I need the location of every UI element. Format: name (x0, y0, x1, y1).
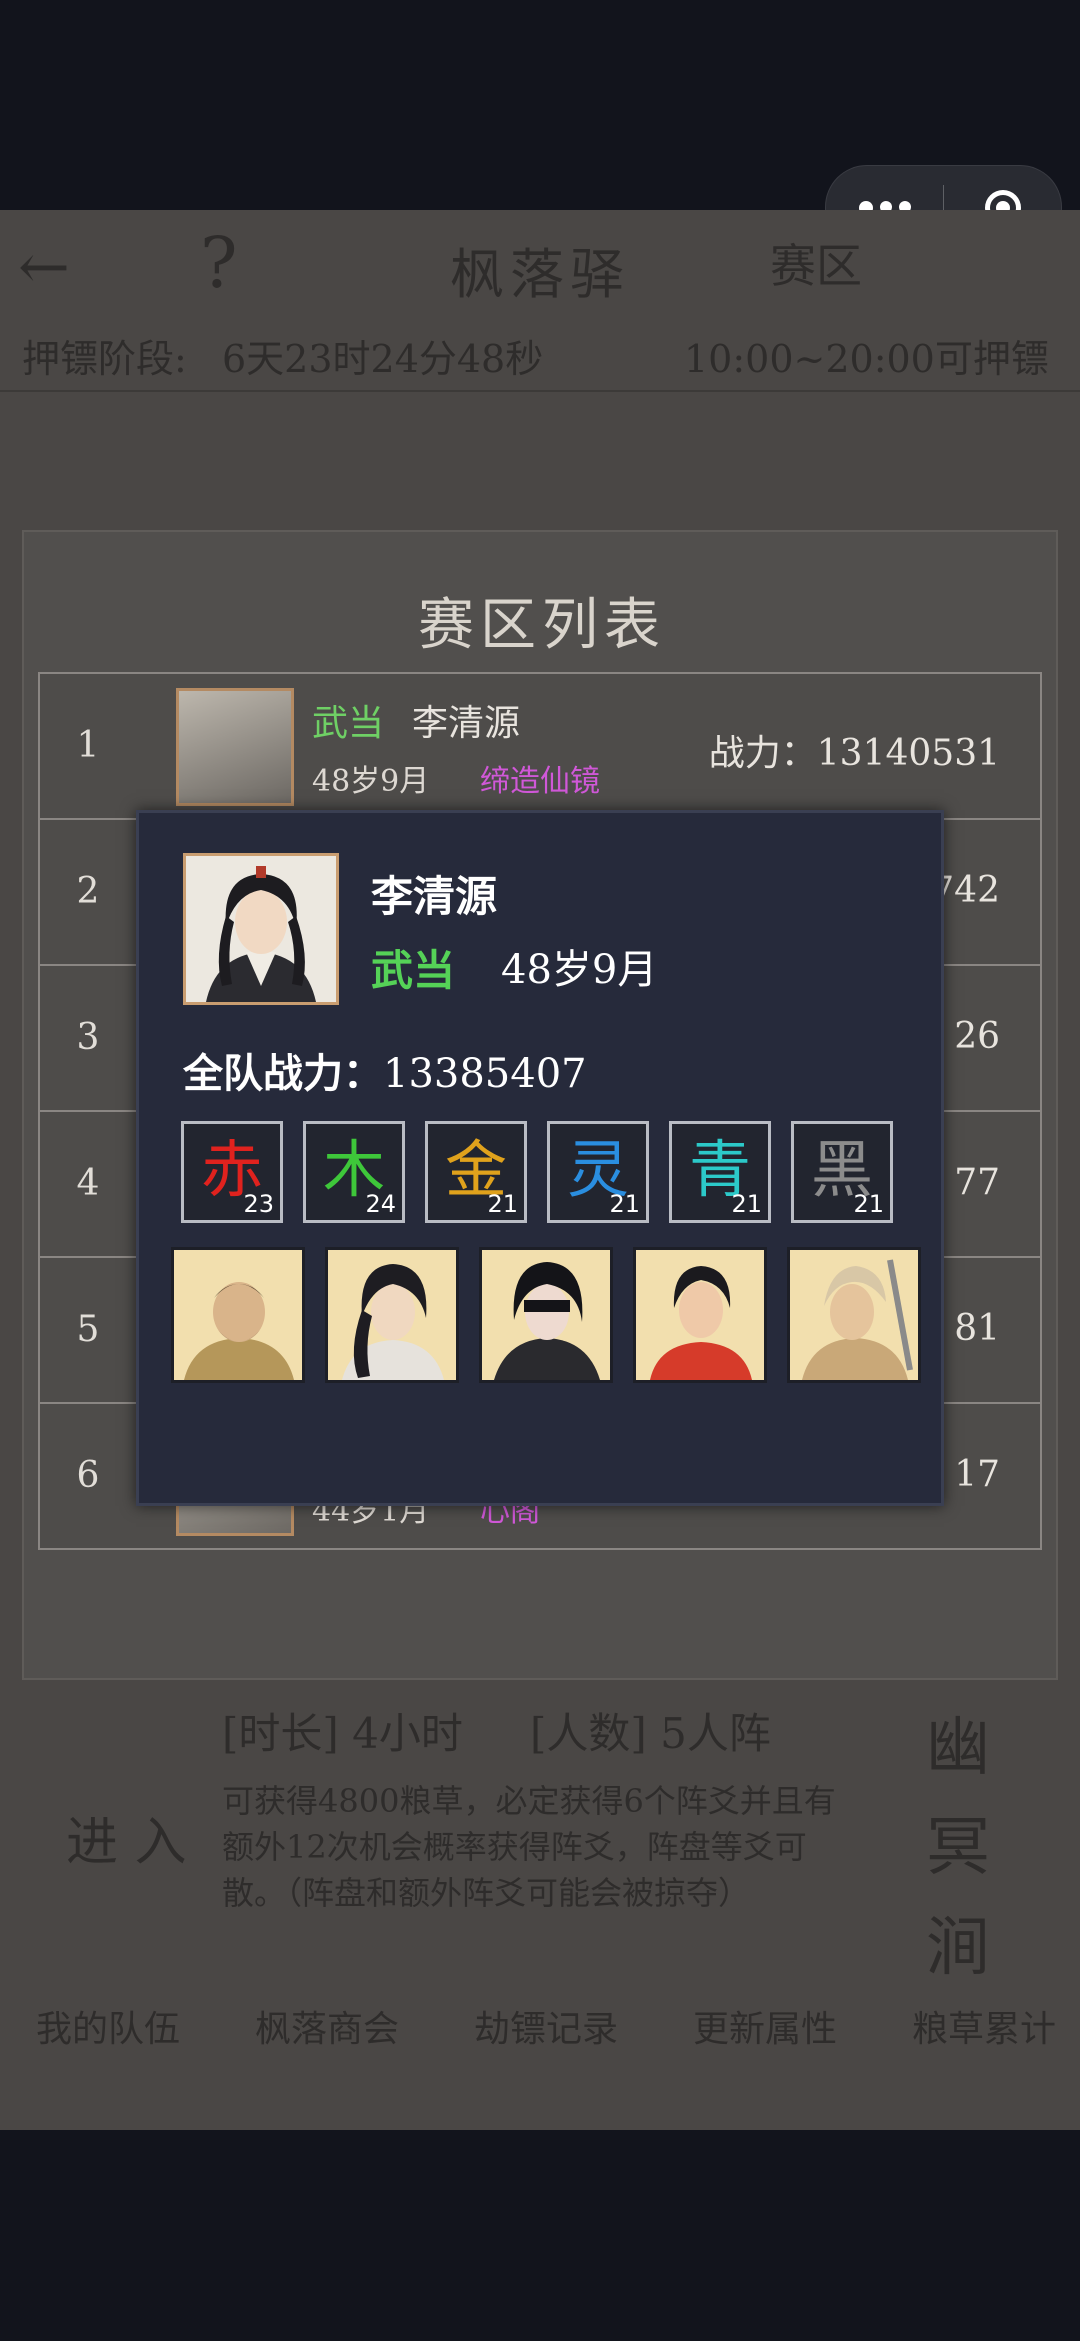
power-value: 战力：13140531 (708, 733, 1000, 774)
hero-portrait[interactable] (325, 1247, 459, 1383)
rank-number: 2 (76, 871, 100, 912)
escort-hours: 10:00~20:00可押镖 (684, 337, 1049, 381)
escort-countdown: 6天23时24分48秒 (222, 337, 544, 381)
rank-number: 4 (76, 1163, 100, 1204)
question-mark-icon[interactable]: ? (200, 222, 238, 304)
power-value: 26 (954, 1016, 1000, 1057)
player-age: 48岁9月 (312, 764, 430, 799)
tab-update-attributes[interactable]: 更新属性 (693, 2000, 837, 2052)
duration-text: [时长] 4小时 (222, 1709, 463, 1758)
tab-grain-total[interactable]: 粮草累计 (912, 2000, 1056, 2052)
tab-fengluo-shop[interactable]: 枫落商会 (255, 2000, 399, 2052)
element-red[interactable]: 赤 23 (181, 1121, 283, 1223)
element-wood[interactable]: 木 24 (303, 1121, 405, 1223)
rank-number: 1 (76, 725, 100, 766)
back-arrow-icon[interactable]: ← (18, 230, 70, 303)
rank-number: 6 (76, 1455, 100, 1496)
element-levels: 赤 23 木 24 金 21 灵 21 青 21 黑 21 (181, 1121, 911, 1229)
avatar (176, 688, 294, 806)
enter-button[interactable]: 进 入 (66, 1800, 187, 1875)
list-item[interactable]: 1 武当 李清源 48岁9月 缔造仙镜 战力：13140531 (38, 672, 1042, 820)
team-heroes (171, 1247, 921, 1383)
people-text: [人数] 5人阵 (530, 1709, 771, 1758)
escort-phase-label: 押镖阶段: (22, 337, 187, 381)
divider (0, 390, 1080, 392)
team-power: 全队战力：13385407 (183, 1050, 587, 1097)
sect-label: 武当 (371, 946, 456, 995)
player-age: 48岁9月 (501, 947, 658, 993)
player-title: 缔造仙镜 (480, 764, 600, 799)
sect-label: 武当 (312, 703, 385, 744)
side-title: 幽冥涧 (926, 1711, 990, 1985)
element-spirit[interactable]: 灵 21 (547, 1121, 649, 1223)
power-value: 17 (954, 1454, 1000, 1495)
tab-zone[interactable]: 赛区 (770, 230, 862, 296)
reward-description: 可获得4800粮草，必定获得6个阵爻并且有额外12次机会概率获得阵爻，阵盘等爻可… (222, 1782, 836, 1912)
player-name: 李清源 (412, 703, 521, 744)
rank-number: 3 (76, 1017, 100, 1058)
hero-portrait[interactable] (787, 1247, 921, 1383)
element-black[interactable]: 黑 21 (791, 1121, 893, 1223)
tab-rob-record[interactable]: 劫镖记录 (474, 2000, 618, 2052)
bottom-bar (0, 2130, 1080, 2341)
tab-my-team[interactable]: 我的队伍 (36, 2000, 180, 2052)
power-value: 77 (954, 1162, 1000, 1203)
element-metal[interactable]: 金 21 (425, 1121, 527, 1223)
portrait-image (186, 856, 336, 1002)
hero-portrait[interactable] (479, 1247, 613, 1383)
player-name: 李清源 (371, 872, 498, 921)
rank-number: 5 (76, 1309, 100, 1350)
bottom-tabs: 我的队伍 枫落商会 劫镖记录 更新属性 粮草累计 (36, 2000, 1056, 2052)
player-detail-popup[interactable]: 李清源 武当 48岁9月 全队战力：13385407 赤 23 木 24 金 21 灵… (136, 810, 944, 1506)
page-title: 枫落驿 (450, 243, 630, 306)
player-avatar (183, 853, 339, 1005)
power-value: 81 (954, 1308, 1000, 1349)
element-cyan[interactable]: 青 21 (669, 1121, 771, 1223)
panel-title: 赛区列表 (418, 593, 666, 658)
hero-portrait[interactable] (171, 1247, 305, 1383)
hero-portrait[interactable] (633, 1247, 767, 1383)
